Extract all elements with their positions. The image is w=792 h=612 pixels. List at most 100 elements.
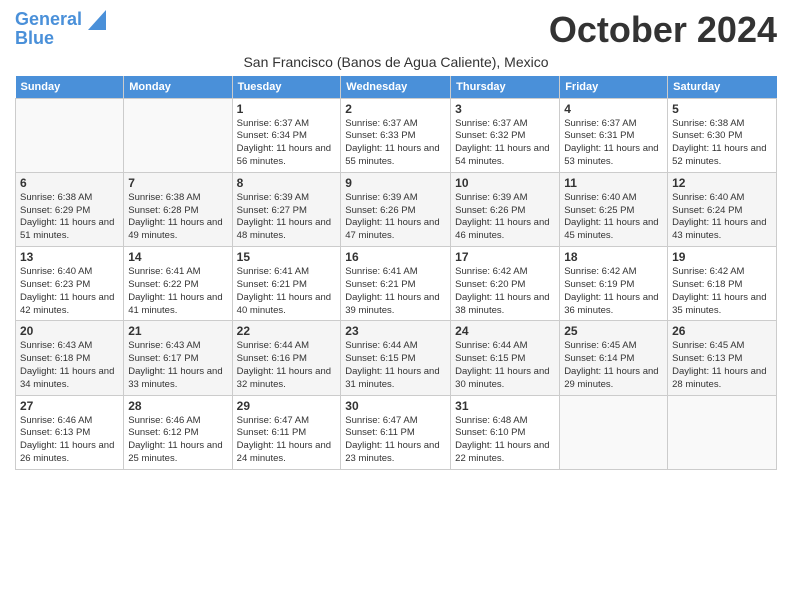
calendar-cell: 29 Sunrise: 6:47 AMSunset: 6:11 PMDayligh…	[232, 395, 341, 469]
header-row: Sunday Monday Tuesday Wednesday Thursday…	[16, 76, 777, 99]
calendar-cell: 8 Sunrise: 6:39 AMSunset: 6:27 PMDaylight…	[232, 172, 341, 246]
day-info: Sunrise: 6:39 AMSunset: 6:26 PMDaylight:…	[455, 192, 555, 243]
day-info: Sunrise: 6:42 AMSunset: 6:18 PMDaylight:…	[672, 266, 772, 317]
calendar-cell	[668, 395, 777, 469]
logo-text: General	[15, 10, 106, 30]
day-info: Sunrise: 6:44 AMSunset: 6:16 PMDaylight:…	[237, 340, 337, 391]
calendar-cell: 24 Sunrise: 6:44 AMSunset: 6:15 PMDayligh…	[451, 321, 560, 395]
calendar-cell: 31Sunrise: 6:48 AMSunset: 6:10 PMDayligh…	[451, 395, 560, 469]
day-info: Sunrise: 6:46 AMSunset: 6:12 PMDaylight:…	[128, 415, 227, 466]
calendar-cell: 19 Sunrise: 6:42 AMSunset: 6:18 PMDayligh…	[668, 247, 777, 321]
logo: General Blue	[15, 10, 106, 49]
day-number: 19	[672, 250, 772, 264]
day-number: 12	[672, 176, 772, 190]
col-saturday: Saturday	[668, 76, 777, 99]
calendar-cell: 7Sunrise: 6:38 AMSunset: 6:28 PMDaylight…	[124, 172, 232, 246]
calendar-cell: 28Sunrise: 6:46 AMSunset: 6:12 PMDayligh…	[124, 395, 232, 469]
calendar-cell: 18 Sunrise: 6:42 AMSunset: 6:19 PMDayligh…	[560, 247, 668, 321]
calendar-cell: 27Sunrise: 6:46 AMSunset: 6:13 PMDayligh…	[16, 395, 124, 469]
week-row-3: 20Sunrise: 6:43 AMSunset: 6:18 PMDayligh…	[16, 321, 777, 395]
title-section: October 2024	[549, 10, 777, 50]
day-info: Sunrise: 6:45 AMSunset: 6:14 PMDaylight:…	[564, 340, 663, 391]
month-title: October 2024	[549, 10, 777, 50]
day-info: Sunrise: 6:39 AMSunset: 6:26 PMDaylight:…	[345, 192, 446, 243]
calendar-cell: 17 Sunrise: 6:42 AMSunset: 6:20 PMDayligh…	[451, 247, 560, 321]
day-info: Sunrise: 6:41 AMSunset: 6:21 PMDaylight:…	[345, 266, 446, 317]
header: General Blue October 2024	[15, 10, 777, 50]
day-info: Sunrise: 6:41 AMSunset: 6:22 PMDaylight:…	[128, 266, 227, 317]
calendar-cell: 22 Sunrise: 6:44 AMSunset: 6:16 PMDayligh…	[232, 321, 341, 395]
day-number: 14	[128, 250, 227, 264]
day-number: 6	[20, 176, 119, 190]
day-info: Sunrise: 6:42 AMSunset: 6:20 PMDaylight:…	[455, 266, 555, 317]
calendar-cell: 20Sunrise: 6:43 AMSunset: 6:18 PMDayligh…	[16, 321, 124, 395]
day-info: Sunrise: 6:37 AMSunset: 6:31 PMDaylight:…	[564, 118, 663, 169]
day-number: 22	[237, 324, 337, 338]
day-number: 29	[237, 399, 337, 413]
day-info: Sunrise: 6:46 AMSunset: 6:13 PMDaylight:…	[20, 415, 119, 466]
day-number: 17	[455, 250, 555, 264]
calendar-cell	[16, 98, 124, 172]
day-number: 2	[345, 102, 446, 116]
day-info: Sunrise: 6:38 AMSunset: 6:30 PMDaylight:…	[672, 118, 772, 169]
calendar-cell: 12 Sunrise: 6:40 AMSunset: 6:24 PMDayligh…	[668, 172, 777, 246]
calendar-cell: 10 Sunrise: 6:39 AMSunset: 6:26 PMDayligh…	[451, 172, 560, 246]
day-info: Sunrise: 6:37 AMSunset: 6:33 PMDaylight:…	[345, 118, 446, 169]
day-info: Sunrise: 6:37 AMSunset: 6:32 PMDaylight:…	[455, 118, 555, 169]
day-number: 3	[455, 102, 555, 116]
week-row-1: 6Sunrise: 6:38 AMSunset: 6:29 PMDaylight…	[16, 172, 777, 246]
calendar-cell: 6Sunrise: 6:38 AMSunset: 6:29 PMDaylight…	[16, 172, 124, 246]
calendar-cell: 26 Sunrise: 6:45 AMSunset: 6:13 PMDayligh…	[668, 321, 777, 395]
week-row-2: 13 Sunrise: 6:40 AMSunset: 6:23 PMDayligh…	[16, 247, 777, 321]
day-info: Sunrise: 6:44 AMSunset: 6:15 PMDaylight:…	[455, 340, 555, 391]
calendar-cell: 11Sunrise: 6:40 AMSunset: 6:25 PMDayligh…	[560, 172, 668, 246]
day-number: 1	[237, 102, 337, 116]
calendar-cell: 3 Sunrise: 6:37 AMSunset: 6:32 PMDaylight…	[451, 98, 560, 172]
day-info: Sunrise: 6:39 AMSunset: 6:27 PMDaylight:…	[237, 192, 337, 243]
calendar-cell: 5 Sunrise: 6:38 AMSunset: 6:30 PMDaylight…	[668, 98, 777, 172]
week-row-4: 27Sunrise: 6:46 AMSunset: 6:13 PMDayligh…	[16, 395, 777, 469]
day-number: 8	[237, 176, 337, 190]
day-number: 18	[564, 250, 663, 264]
page: General Blue October 2024 San Francisco …	[0, 0, 792, 480]
calendar-cell: 14 Sunrise: 6:41 AMSunset: 6:22 PMDayligh…	[124, 247, 232, 321]
calendar-cell: 21 Sunrise: 6:43 AMSunset: 6:17 PMDayligh…	[124, 321, 232, 395]
location-title: San Francisco (Banos de Agua Caliente), …	[15, 54, 777, 70]
day-info: Sunrise: 6:42 AMSunset: 6:19 PMDaylight:…	[564, 266, 663, 317]
calendar-cell: 30 Sunrise: 6:47 AMSunset: 6:11 PMDayligh…	[341, 395, 451, 469]
day-number: 16	[345, 250, 446, 264]
day-info: Sunrise: 6:47 AMSunset: 6:11 PMDaylight:…	[237, 415, 337, 466]
calendar-cell	[124, 98, 232, 172]
day-number: 31	[455, 399, 555, 413]
day-info: Sunrise: 6:47 AMSunset: 6:11 PMDaylight:…	[345, 415, 446, 466]
day-number: 26	[672, 324, 772, 338]
calendar-cell: 1 Sunrise: 6:37 AMSunset: 6:34 PMDaylight…	[232, 98, 341, 172]
day-info: Sunrise: 6:40 AMSunset: 6:24 PMDaylight:…	[672, 192, 772, 243]
week-row-0: 1 Sunrise: 6:37 AMSunset: 6:34 PMDaylight…	[16, 98, 777, 172]
day-number: 15	[237, 250, 337, 264]
logo-triangle-icon	[88, 10, 106, 30]
day-number: 5	[672, 102, 772, 116]
day-number: 9	[345, 176, 446, 190]
day-number: 23	[345, 324, 446, 338]
col-monday: Monday	[124, 76, 232, 99]
day-number: 21	[128, 324, 227, 338]
day-number: 10	[455, 176, 555, 190]
col-thursday: Thursday	[451, 76, 560, 99]
calendar-cell	[560, 395, 668, 469]
day-number: 24	[455, 324, 555, 338]
calendar-cell: 15 Sunrise: 6:41 AMSunset: 6:21 PMDayligh…	[232, 247, 341, 321]
calendar-cell: 16 Sunrise: 6:41 AMSunset: 6:21 PMDayligh…	[341, 247, 451, 321]
day-number: 30	[345, 399, 446, 413]
day-info: Sunrise: 6:43 AMSunset: 6:17 PMDaylight:…	[128, 340, 227, 391]
day-info: Sunrise: 6:41 AMSunset: 6:21 PMDaylight:…	[237, 266, 337, 317]
day-number: 13	[20, 250, 119, 264]
day-info: Sunrise: 6:40 AMSunset: 6:23 PMDaylight:…	[20, 266, 119, 317]
day-number: 4	[564, 102, 663, 116]
day-number: 7	[128, 176, 227, 190]
calendar-table: Sunday Monday Tuesday Wednesday Thursday…	[15, 76, 777, 470]
day-info: Sunrise: 6:45 AMSunset: 6:13 PMDaylight:…	[672, 340, 772, 391]
day-info: Sunrise: 6:37 AMSunset: 6:34 PMDaylight:…	[237, 118, 337, 169]
col-tuesday: Tuesday	[232, 76, 341, 99]
day-number: 11	[564, 176, 663, 190]
